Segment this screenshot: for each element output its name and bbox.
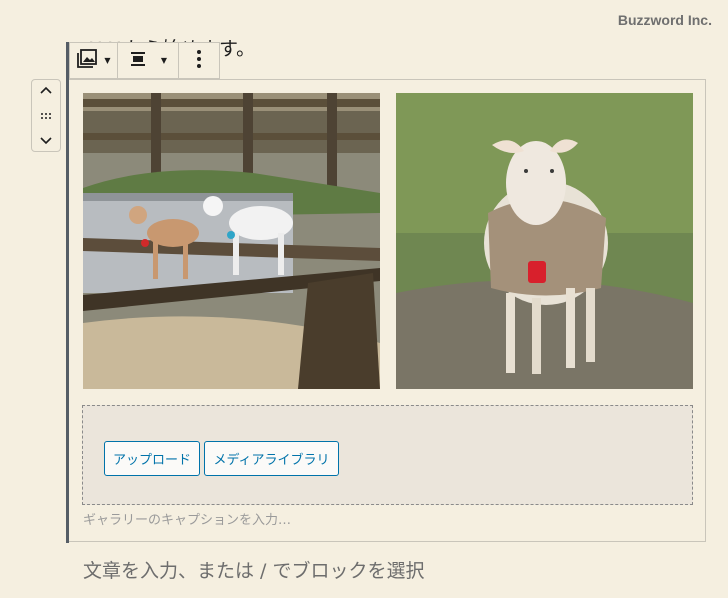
gallery-caption-input[interactable]: ギャラリーのキャプションを入力… [83,509,291,528]
upload-button[interactable]: アップロード [104,441,200,476]
sheep-in-coat-image[interactable] [396,93,693,389]
caret-down-icon: ▼ [160,56,168,65]
media-library-button[interactable]: メディアライブラリ [204,441,339,476]
block-type-button[interactable]: ▼ [70,43,118,78]
block-mover [31,79,61,152]
drag-handle-icon[interactable] [40,112,52,120]
more-vertical-icon [196,49,202,73]
block-toolbar: ▼ ▼ [69,42,220,79]
goats-on-fence-image[interactable] [83,93,380,389]
more-options-button[interactable] [179,43,219,78]
default-block-appender[interactable]: 文章を入力、または / でブロックを選択 [83,556,424,583]
chevron-down-icon[interactable] [40,137,52,145]
caret-down-icon: ▼ [104,56,111,65]
align-center-icon [129,51,147,70]
align-button[interactable]: ▼ [118,43,179,78]
chevron-up-icon[interactable] [40,86,52,94]
watermark: Buzzword Inc. [617,12,712,28]
gallery-icon [76,48,98,73]
